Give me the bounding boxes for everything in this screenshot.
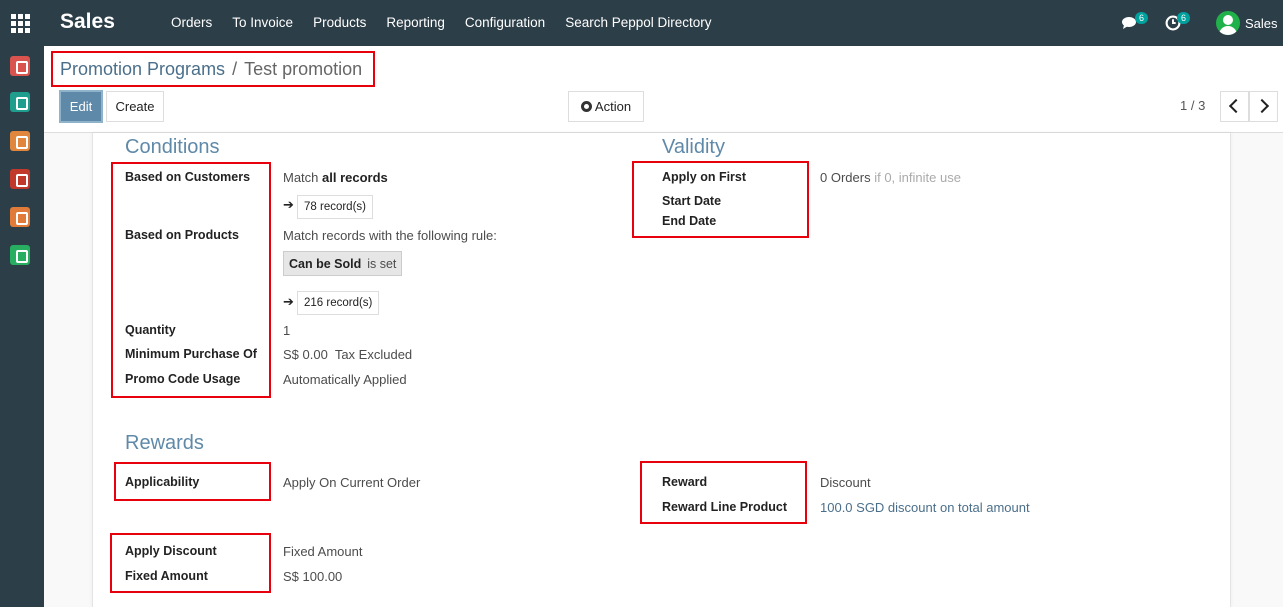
user-menu[interactable]: Sales bbox=[1245, 16, 1278, 31]
reward-label: Reward bbox=[662, 475, 708, 489]
gear-icon bbox=[580, 101, 592, 112]
discuss-app-icon[interactable] bbox=[10, 56, 30, 76]
main-menu: Orders To Invoice Products Reporting Con… bbox=[171, 15, 712, 30]
minimum-purchase-label: Minimum Purchase Of bbox=[125, 347, 257, 361]
min-purchase-amount: S$ 0.00 bbox=[283, 347, 328, 362]
menu-to-invoice[interactable]: To Invoice bbox=[232, 15, 293, 30]
create-button[interactable]: Create bbox=[106, 91, 164, 122]
chevron-right-icon bbox=[1254, 98, 1270, 114]
promo-code-usage-label: Promo Code Usage bbox=[125, 372, 241, 386]
end-date-label: End Date bbox=[662, 214, 717, 228]
apply-on-first-label: Apply on First bbox=[662, 170, 747, 184]
top-navbar: Sales Orders To Invoice Products Reporti… bbox=[0, 0, 1283, 46]
contacts-app-icon[interactable] bbox=[10, 92, 30, 112]
customers-prefix: Match bbox=[283, 170, 319, 185]
apply-on-first-orders: 0 Orders bbox=[820, 170, 871, 185]
activities-badge: 6 bbox=[1177, 12, 1191, 24]
menu-reporting[interactable]: Reporting bbox=[386, 15, 445, 30]
quantity-label: Quantity bbox=[125, 323, 176, 337]
left-sidebar bbox=[0, 46, 44, 607]
chevron-left-icon bbox=[1228, 98, 1244, 114]
min-purchase-tax: Tax Excluded bbox=[334, 347, 413, 362]
breadcrumb-current: Test promotion bbox=[244, 59, 363, 79]
rule-op: is set bbox=[367, 256, 397, 271]
based-on-customers-value: Match all records bbox=[283, 170, 388, 185]
domain-rule-chip: Can be Sold is set bbox=[283, 251, 403, 276]
reward-value: Discount bbox=[820, 475, 871, 490]
rule-field: Can be Sold bbox=[289, 256, 362, 271]
menu-configuration[interactable]: Configuration bbox=[465, 15, 545, 30]
action-button[interactable]: Action bbox=[568, 91, 644, 122]
apply-on-first-value: 0 Orders if 0, infinite use bbox=[820, 170, 961, 185]
menu-orders[interactable]: Orders bbox=[171, 15, 212, 30]
customers-records-button[interactable]: 78 record(s) bbox=[297, 195, 373, 219]
inventory-app-icon[interactable] bbox=[10, 169, 30, 189]
applicability-value: Apply On Current Order bbox=[283, 475, 421, 490]
pager-previous-button[interactable] bbox=[1220, 91, 1249, 122]
control-panel: Promotion Programs / Test promotion Edit C… bbox=[44, 46, 1283, 133]
reward-line-product-link[interactable]: 100.0 SGD discount on total amount bbox=[820, 500, 1030, 515]
action-label: Action bbox=[594, 99, 632, 114]
arrow-right-icon: ➔ bbox=[283, 197, 294, 212]
pager-next-button[interactable] bbox=[1249, 91, 1278, 122]
menu-products[interactable]: Products bbox=[313, 15, 366, 30]
breadcrumb-parent[interactable]: Promotion Programs bbox=[60, 59, 225, 79]
promo-code-usage-value: Automatically Applied bbox=[283, 372, 407, 387]
products-records-button[interactable]: 216 record(s) bbox=[297, 291, 380, 315]
sales-app-icon[interactable] bbox=[10, 131, 30, 151]
based-on-customers-label: Based on Customers bbox=[125, 170, 251, 184]
invoicing-app-icon[interactable] bbox=[10, 207, 30, 227]
fixed-amount-value: S$ 100.00 bbox=[283, 569, 343, 584]
minimum-purchase-value: S$ 0.00 Tax Excluded bbox=[283, 347, 412, 362]
apply-discount-label: Apply Discount bbox=[125, 544, 217, 558]
applicability-label: Applicability bbox=[125, 475, 200, 489]
validity-title: Validity bbox=[662, 136, 725, 158]
apps-grid-icon[interactable] bbox=[11, 14, 30, 33]
fixed-amount-label: Fixed Amount bbox=[125, 569, 208, 583]
menu-search-peppol[interactable]: Search Peppol Directory bbox=[565, 15, 711, 30]
edit-button[interactable]: Edit bbox=[59, 90, 103, 123]
based-on-products-label: Based on Products bbox=[125, 228, 239, 242]
breadcrumb-separator: / bbox=[232, 59, 238, 79]
breadcrumb: Promotion Programs / Test promotion bbox=[60, 59, 362, 80]
products-rule-text: Match records with the following rule: bbox=[283, 228, 497, 243]
arrow-right-icon: ➔ bbox=[283, 294, 294, 309]
reward-line-product-label: Reward Line Product bbox=[662, 500, 788, 514]
documents-app-icon[interactable] bbox=[10, 245, 30, 265]
user-avatar-icon[interactable] bbox=[1216, 11, 1240, 35]
conditions-title: Conditions bbox=[125, 136, 220, 158]
rewards-title: Rewards bbox=[125, 432, 204, 454]
start-date-label: Start Date bbox=[662, 194, 722, 208]
apply-discount-value: Fixed Amount bbox=[283, 544, 363, 559]
app-title[interactable]: Sales bbox=[60, 10, 115, 34]
pager-value[interactable]: 1 / 3 bbox=[1180, 98, 1205, 113]
apply-on-first-hint: if 0, infinite use bbox=[874, 170, 961, 185]
messages-badge: 6 bbox=[1135, 12, 1149, 24]
quantity-value: 1 bbox=[283, 323, 291, 338]
customers-bold: all records bbox=[322, 170, 388, 185]
